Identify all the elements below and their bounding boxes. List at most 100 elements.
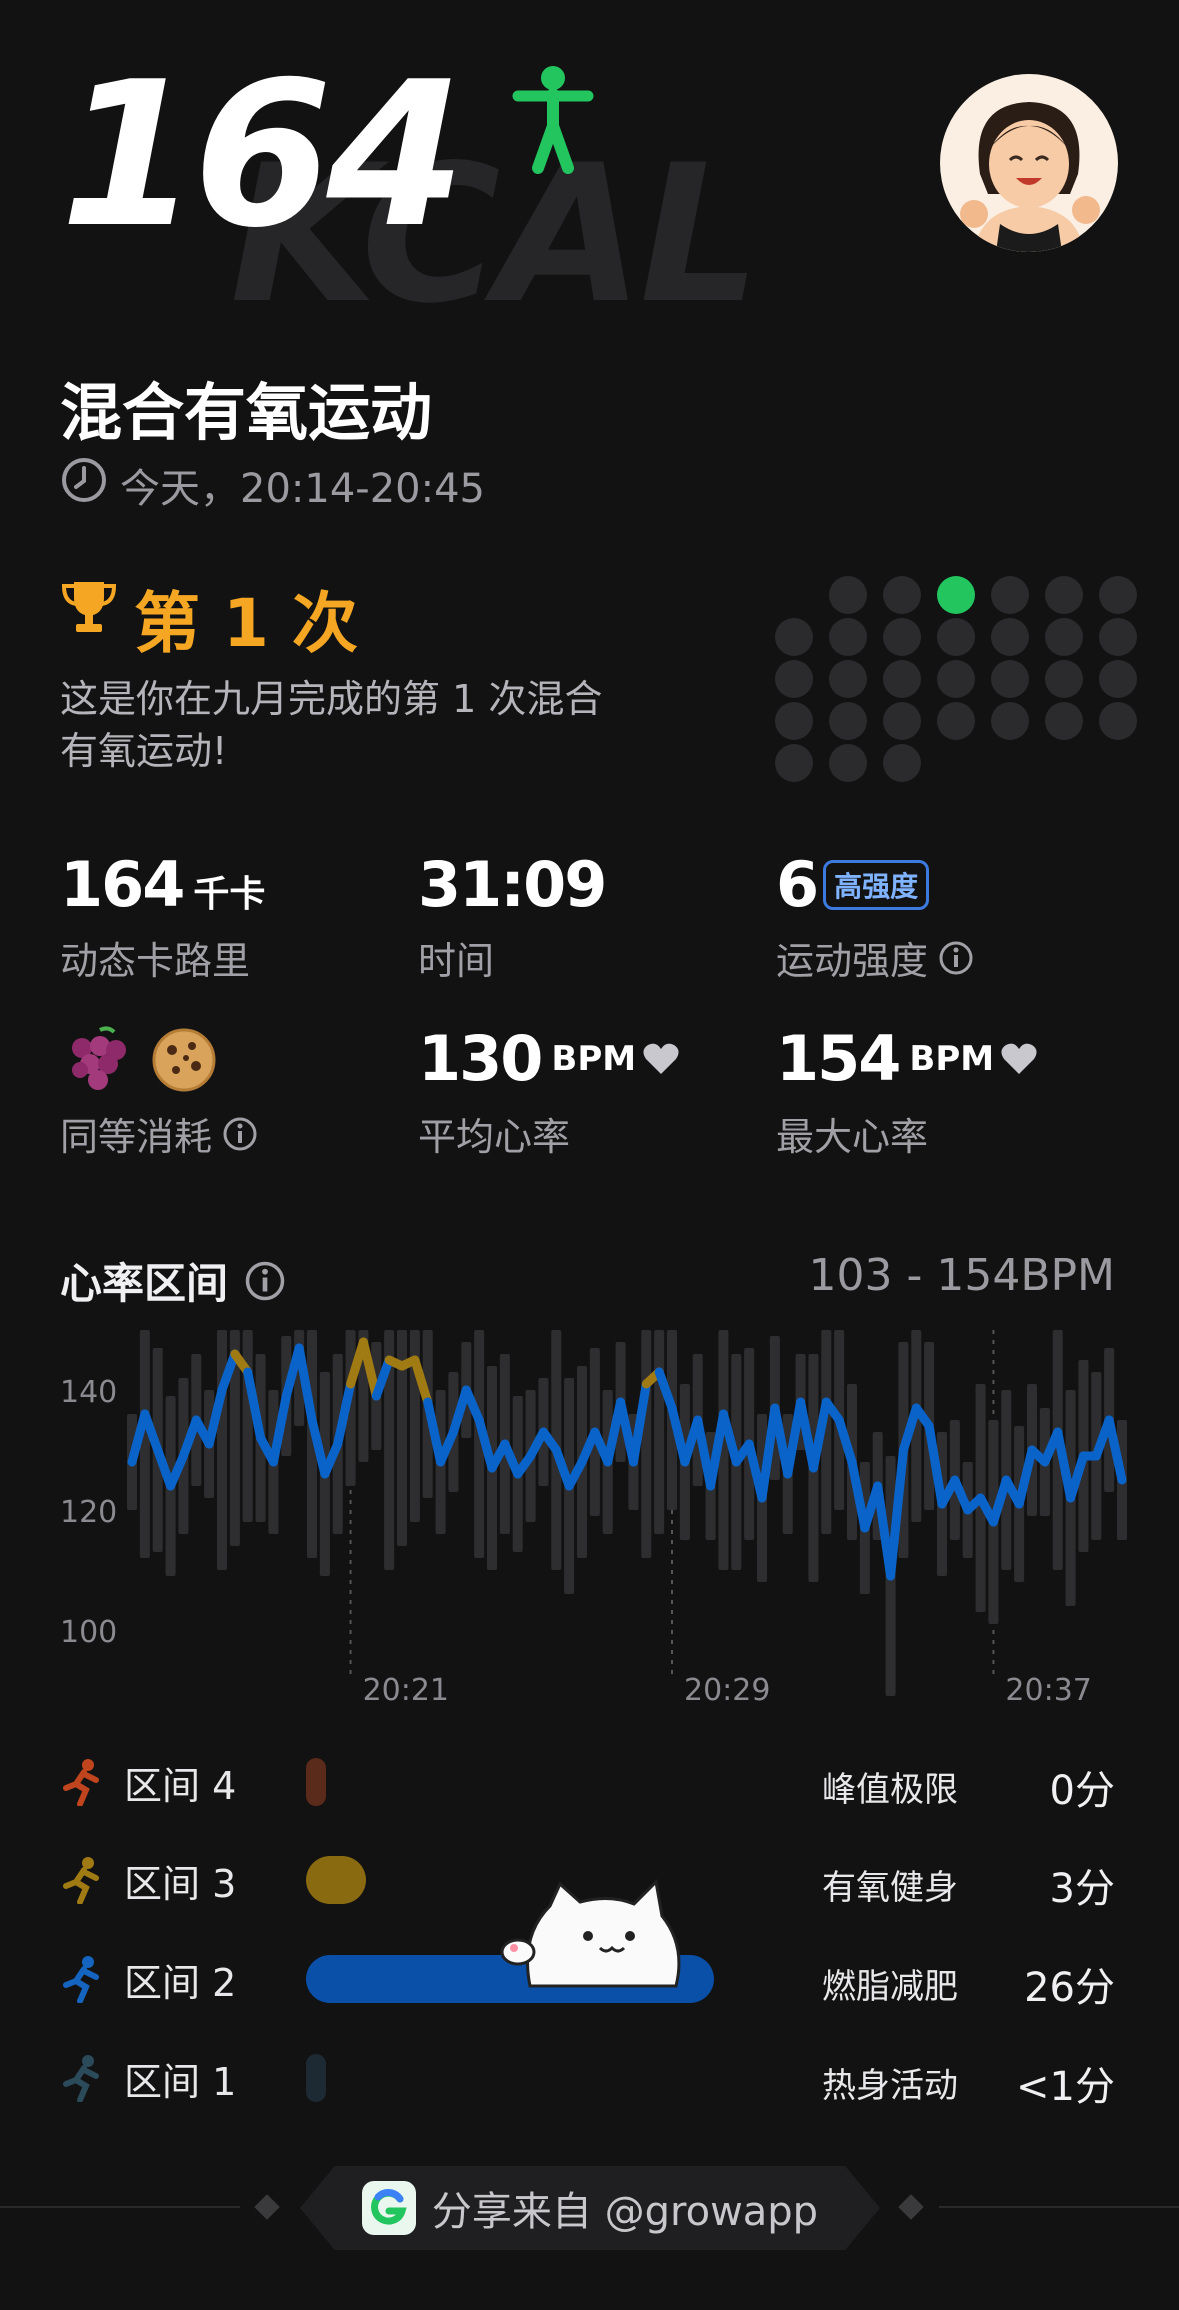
intensity-stat: 6 高强度 [776,848,930,921]
footer-diamond-left [254,2194,280,2220]
zone-duration-bar [306,1758,326,1806]
calendar-day-dot [883,618,921,656]
hr-data-point [401,1365,403,1367]
hr-data-point [1070,1497,1072,1499]
zone-time: 26分 [1024,1965,1115,2011]
avg-hr-unit: BPM [551,1038,637,1079]
hr-data-point [504,1443,506,1445]
hr-data-point [915,1407,917,1409]
hr-data-point [735,1461,737,1463]
zone-name: 峰值极限 [822,1770,958,1810]
info-icon[interactable] [938,940,974,976]
y-tick-label: 120 [60,1495,117,1530]
grow-app-logo-icon [361,2181,416,2235]
calendar-day-dot [937,702,975,740]
zone-name: 热身活动 [822,2066,958,2106]
heart-icon [643,1043,679,1074]
hr-data-point [864,1527,866,1529]
share-banner[interactable]: 分享来自 @growapp [300,2166,880,2250]
equivalent-food-icons [60,1024,220,1096]
calories-unit: 千卡 [193,874,266,915]
hr-data-point [517,1473,519,1475]
hr-data-point [568,1485,570,1487]
hr-data-point [684,1461,686,1463]
hr-data-point [440,1461,442,1463]
hr-data-point [388,1359,390,1361]
hr-data-point [375,1395,377,1397]
achievement-description-2: 有氧运动! [60,729,228,773]
footer-diamond-right [898,2194,924,2220]
hr-data-point [800,1401,802,1403]
hr-data-point [414,1359,416,1361]
info-icon[interactable] [222,1116,258,1152]
hr-data-point [581,1461,583,1463]
grapes-icon [72,1026,126,1090]
hr-data-point [838,1419,840,1421]
hr-data-point [697,1419,699,1421]
calendar-day-dot [775,702,813,740]
hr-data-point [1082,1455,1084,1457]
zone-label: 区间 1 [124,2059,237,2104]
max-hr-value: 154 [776,1022,901,1095]
calories-label: 动态卡路里 [60,939,251,983]
hr-data-point [851,1461,853,1463]
hr-data-point [324,1473,326,1475]
calendar-day-dot [829,660,867,698]
activity-person-icon [512,66,594,174]
hr-data-point [941,1503,943,1505]
runner-icon [63,1956,99,2003]
share-text: 分享来自 @growapp [431,2189,819,2235]
calendar-day-dot [1099,576,1137,614]
hr-data-point [350,1383,352,1385]
calendar-day-dot [775,660,813,698]
runner-icon [63,1857,99,1904]
calendar-day-dot [775,744,813,782]
hr-data-point [131,1461,133,1463]
hr-data-point [890,1575,892,1577]
calendar-day-dot [991,576,1029,614]
calendar-day-dot [883,660,921,698]
workout-title: 混合有氧运动 [60,376,433,449]
intensity-badge: 高强度 [823,859,930,910]
y-tick-label: 140 [60,1375,117,1410]
hr-data-point [157,1449,159,1451]
avg-hr-value: 130 [418,1022,543,1095]
calendar-day-dot [937,618,975,656]
zone-name: 燃脂减肥 [822,1967,958,2007]
hr-data-point [594,1431,596,1433]
footer-divider-left [0,2206,240,2208]
calories-headline: 164 [60,39,465,272]
avatar[interactable] [940,74,1118,252]
hr-data-point [787,1473,789,1475]
calendar-day-dot [1045,618,1083,656]
calendar-day-dot [991,702,1029,740]
hr-section-header: 心率区间 [60,1250,286,1311]
hr-data-point [812,1467,814,1469]
calendar-day-dot [1045,576,1083,614]
hr-data-point [542,1431,544,1433]
calendar-day-dot [775,618,813,656]
hr-data-point [247,1371,249,1373]
clock-icon [62,458,106,502]
achievement-rank: 第 1 次 [134,585,358,662]
hr-data-point [208,1443,210,1445]
hr-data-point [272,1461,274,1463]
max-hr-unit: BPM [909,1038,995,1079]
heart-icon [1001,1043,1037,1074]
x-tick-label: 20:21 [363,1673,449,1708]
hr-data-point [427,1401,429,1403]
calendar-day-dot [1099,618,1137,656]
info-icon[interactable] [244,1260,286,1302]
hr-data-point [221,1389,223,1391]
hr-data-point [452,1431,454,1433]
calories-value: 164 [60,848,185,921]
calendar-day-dot [829,702,867,740]
duration-label: 时间 [418,939,495,983]
hr-data-point [1108,1419,1110,1421]
hr-data-point [1031,1449,1033,1451]
hr-data-point [260,1437,262,1439]
hr-data-point [902,1449,904,1451]
hr-data-point [234,1353,236,1355]
zone-time: 0分 [1049,1768,1115,1814]
avg-hr-label: 平均心率 [418,1115,571,1159]
